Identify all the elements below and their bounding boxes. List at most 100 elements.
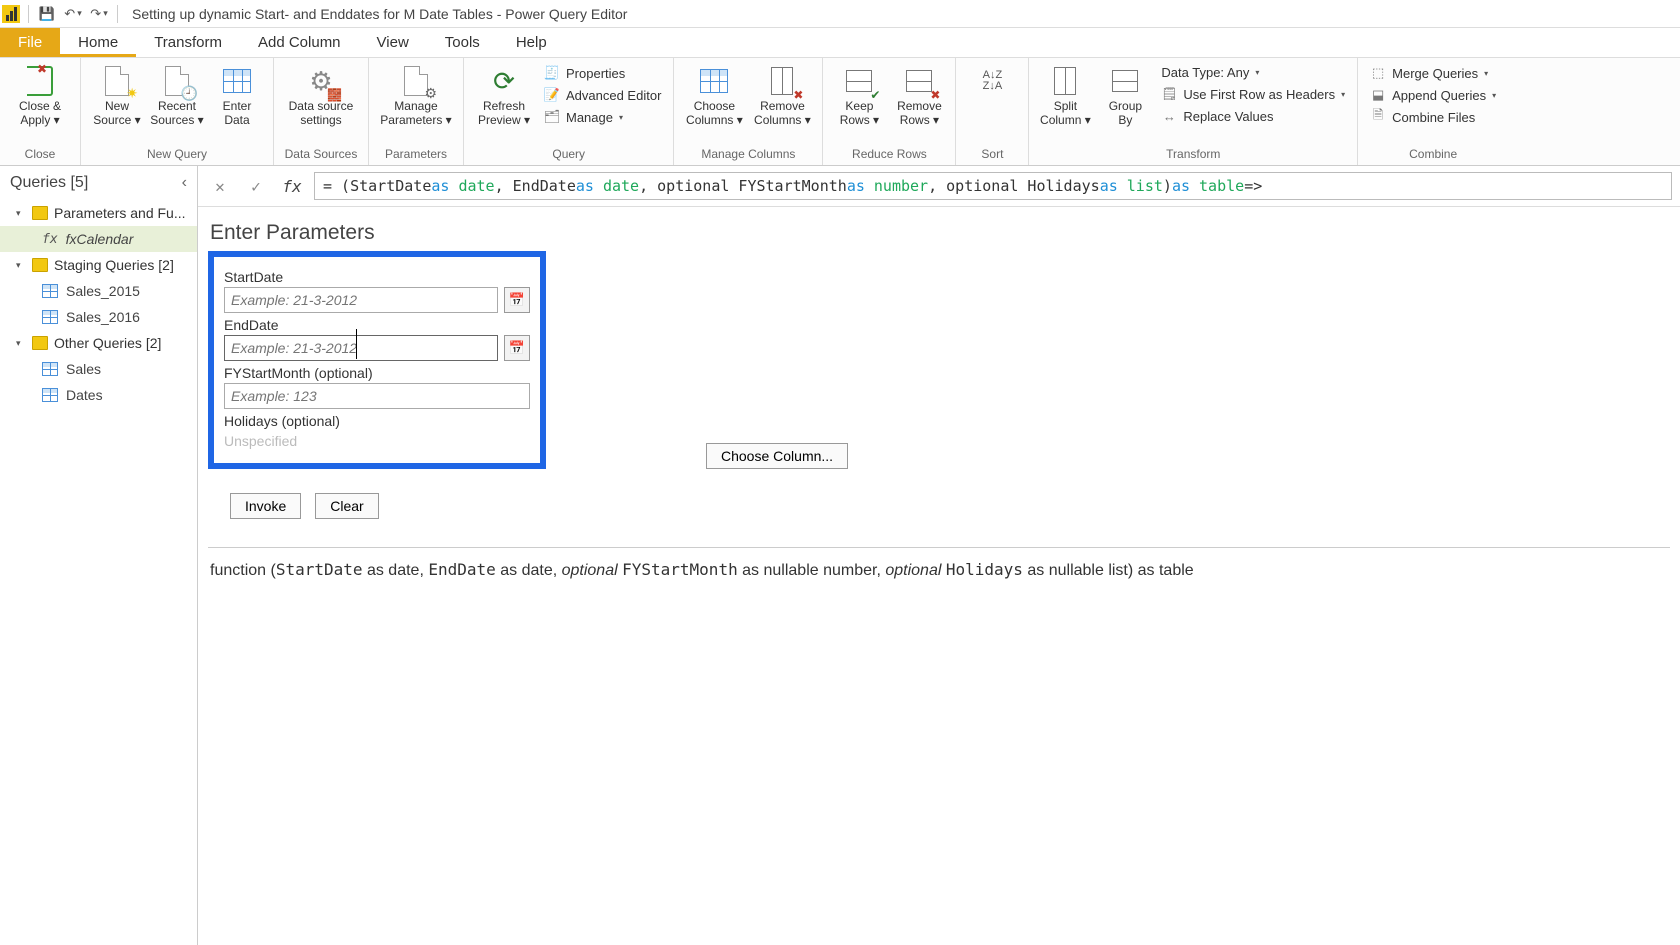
collapse-pane-icon[interactable]: ‹: [182, 174, 187, 192]
group-reducerows-label: Reduce Rows: [831, 145, 947, 165]
replace-values-button[interactable]: ↔Replace Values: [1157, 107, 1349, 125]
sidebar-group-parameters[interactable]: ▾ Parameters and Fu...: [0, 200, 197, 226]
table-icon: [42, 388, 58, 402]
sort-desc-icon[interactable]: Z↓A: [983, 81, 1003, 92]
function-signature: function (StartDate as date, EndDate as …: [208, 560, 1670, 580]
first-row-headers-button[interactable]: 🗒Use First Row as Headers ▾: [1157, 85, 1349, 103]
group-newquery-label: New Query: [89, 145, 265, 165]
startdate-label: StartDate: [224, 269, 530, 285]
properties-button[interactable]: 🧾Properties: [540, 64, 665, 82]
holidays-unspecified: Unspecified: [224, 433, 530, 449]
sidebar-item-sales2016[interactable]: Sales_2016: [0, 304, 197, 330]
choose-column-button[interactable]: Choose Column...: [706, 443, 848, 469]
manage-query-button[interactable]: 🗂Manage ▾: [540, 108, 665, 126]
merge-queries-button[interactable]: ⬚Merge Queries ▾: [1366, 64, 1500, 82]
sidebar-group-staging[interactable]: ▾ Staging Queries [2]: [0, 252, 197, 278]
tab-view[interactable]: View: [359, 28, 427, 57]
combine-files-label: Combine Files: [1392, 110, 1475, 125]
split-column-button[interactable]: SplitColumn ▾: [1037, 62, 1093, 128]
formula-input[interactable]: = (StartDate as date , EndDate as date ,…: [314, 172, 1672, 200]
replace-values-label: Replace Values: [1183, 109, 1273, 124]
calendar-icon[interactable]: 📅: [504, 335, 530, 361]
new-source-button[interactable]: ✷ NewSource ▾: [89, 62, 145, 128]
window-title: Setting up dynamic Start- and Enddates f…: [132, 6, 627, 22]
choose-columns-button[interactable]: ChooseColumns ▾: [682, 62, 746, 128]
sidebar-item-label: Sales_2015: [66, 283, 140, 299]
chevron-down-icon[interactable]: ▾: [16, 260, 26, 271]
close-apply-button[interactable]: Close &Apply ▾: [8, 62, 72, 128]
sort-buttons[interactable]: A↓ZZ↓A: [964, 62, 1020, 114]
group-parameters-label: Parameters: [377, 145, 455, 165]
group-combine-label: Combine: [1366, 145, 1500, 165]
folder-icon: [32, 336, 48, 350]
append-icon: ⬓: [1370, 87, 1386, 103]
advanced-editor-button[interactable]: 📝Advanced Editor: [540, 86, 665, 104]
sidebar-item-dates[interactable]: Dates: [0, 382, 197, 408]
invoke-button[interactable]: Invoke: [230, 493, 301, 519]
queries-header: Queries [5]: [10, 174, 88, 192]
title-bar: 💾 ↶▾ ↷▾ Setting up dynamic Start- and En…: [0, 0, 1680, 28]
folder-icon: [32, 206, 48, 220]
chevron-down-icon[interactable]: ▾: [16, 338, 26, 349]
table-icon: [42, 310, 58, 324]
remove-rows-button[interactable]: ✖ RemoveRows ▾: [891, 62, 947, 128]
remove-columns-button[interactable]: ✖ RemoveColumns ▾: [750, 62, 814, 128]
combine-files-button[interactable]: 🗎Combine Files: [1366, 108, 1500, 126]
save-icon[interactable]: 💾: [37, 4, 57, 24]
tab-add-column[interactable]: Add Column: [240, 28, 359, 57]
table-icon: [42, 362, 58, 376]
tab-home[interactable]: Home: [60, 28, 136, 57]
data-type-button[interactable]: Data Type: Any ▾: [1157, 64, 1349, 81]
sidebar-item-label: fxCalendar: [66, 231, 134, 247]
group-close-label: Close: [8, 145, 72, 165]
sidebar-group-label: Parameters and Fu...: [54, 205, 186, 221]
manage-icon: 🗂: [544, 109, 560, 125]
append-queries-label: Append Queries: [1392, 88, 1486, 103]
function-icon: fx: [42, 232, 58, 247]
sidebar-item-label: Dates: [66, 387, 103, 403]
group-by-button[interactable]: GroupBy: [1097, 62, 1153, 128]
merge-icon: ⬚: [1370, 65, 1386, 81]
tab-help[interactable]: Help: [498, 28, 565, 57]
data-source-settings-button[interactable]: ⚙🧱 Data sourcesettings: [282, 62, 360, 128]
recent-sources-button[interactable]: 🕘 RecentSources ▾: [149, 62, 205, 128]
undo-icon[interactable]: ↶▾: [63, 4, 83, 24]
data-type-label: Data Type: Any: [1161, 65, 1249, 80]
tab-file[interactable]: File: [0, 28, 60, 57]
startdate-input[interactable]: [224, 287, 498, 313]
accept-formula-icon[interactable]: ✓: [242, 172, 270, 200]
sidebar-item-sales2015[interactable]: Sales_2015: [0, 278, 197, 304]
enter-parameters-title: Enter Parameters: [210, 221, 1670, 245]
data-source-settings-label: Data sourcesettings: [289, 100, 354, 128]
text-caret: [356, 329, 357, 359]
app-icon: [2, 5, 20, 23]
folder-icon: [32, 258, 48, 272]
enddate-input[interactable]: [224, 335, 498, 361]
refresh-preview-button[interactable]: ⟳ RefreshPreview ▾: [472, 62, 536, 128]
tab-tools[interactable]: Tools: [427, 28, 498, 57]
queries-pane: Queries [5] ‹ ▾ Parameters and Fu... fxfx…: [0, 166, 198, 945]
sidebar-item-fxcalendar[interactable]: fx fxCalendar: [0, 226, 197, 252]
tab-transform[interactable]: Transform: [136, 28, 240, 57]
sidebar-item-label: Sales_2016: [66, 309, 140, 325]
sidebar-item-sales[interactable]: Sales: [0, 356, 197, 382]
group-by-label: GroupBy: [1109, 100, 1142, 128]
parameters-highlight: StartDate 📅 EndDate 📅 FYStartMonth (opti…: [208, 251, 546, 469]
redo-icon[interactable]: ↷▾: [89, 4, 109, 24]
cancel-formula-icon[interactable]: ✕: [206, 172, 234, 200]
manage-parameters-button[interactable]: ⚙ ManageParameters ▾: [377, 62, 455, 128]
sidebar-group-label: Staging Queries [2]: [54, 257, 174, 273]
sidebar-group-other[interactable]: ▾Other Queries [2]: [0, 330, 197, 356]
clear-button[interactable]: Clear: [315, 493, 378, 519]
quick-access-toolbar: 💾 ↶▾ ↷▾: [33, 4, 113, 24]
advanced-editor-icon: 📝: [544, 87, 560, 103]
enter-data-button[interactable]: EnterData: [209, 62, 265, 128]
calendar-icon[interactable]: 📅: [504, 287, 530, 313]
chevron-down-icon[interactable]: ▾: [16, 208, 26, 219]
append-queries-button[interactable]: ⬓Append Queries ▾: [1366, 86, 1500, 104]
fx-icon[interactable]: fx: [278, 172, 306, 200]
group-managecols-label: Manage Columns: [682, 145, 814, 165]
formula-bar: ✕ ✓ fx = (StartDate as date , EndDate as…: [198, 166, 1680, 207]
fystartmonth-input[interactable]: [224, 383, 530, 409]
keep-rows-button[interactable]: ✔ KeepRows ▾: [831, 62, 887, 128]
